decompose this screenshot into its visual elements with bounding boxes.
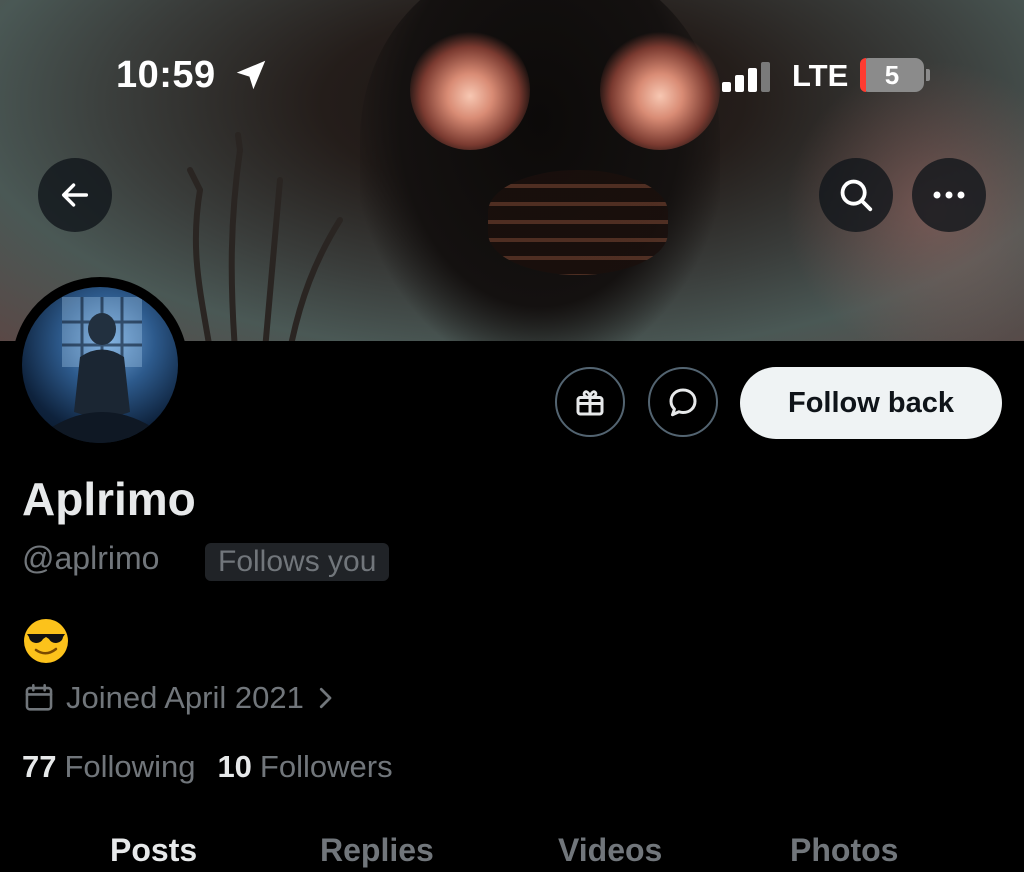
follows-you-badge: Follows you xyxy=(205,543,390,581)
gift-button[interactable] xyxy=(555,367,625,437)
avatar-figure xyxy=(52,297,152,443)
message-button[interactable] xyxy=(648,367,718,437)
gift-icon xyxy=(576,390,604,416)
followers-label: Followers xyxy=(259,749,393,784)
bio-emoji: 😎 xyxy=(22,617,70,665)
banner-hand xyxy=(187,132,343,341)
avatar[interactable] xyxy=(22,287,178,443)
chevron-right-icon xyxy=(319,687,332,709)
tab-replies[interactable]: Replies xyxy=(320,832,434,869)
handle: @aplrimo xyxy=(22,540,160,576)
banner-mouth xyxy=(488,170,668,275)
profile-tabs: Posts Replies Videos Photos xyxy=(0,832,1024,872)
followers-count: 10 xyxy=(217,749,252,784)
joined-date: Joined April 2021 xyxy=(66,680,304,715)
calendar-icon xyxy=(25,683,53,711)
location-arrow-icon xyxy=(236,60,266,90)
cellular-signal-icon xyxy=(722,62,770,92)
joined-date-row[interactable]: Joined April 2021 xyxy=(22,680,350,716)
display-name: Aplrimo xyxy=(22,473,196,525)
status-time: 10:59 xyxy=(116,54,216,96)
following-link[interactable]: 77 Following xyxy=(22,749,195,785)
more-icon xyxy=(933,191,965,199)
back-button[interactable] xyxy=(38,158,112,232)
tab-posts[interactable]: Posts xyxy=(110,832,197,869)
message-icon xyxy=(669,388,697,417)
network-label: LTE xyxy=(792,58,849,93)
tab-videos[interactable]: Videos xyxy=(558,832,662,869)
followers-link[interactable]: 10 Followers xyxy=(217,749,392,785)
battery-nub xyxy=(926,69,930,81)
following-count: 77 xyxy=(22,749,57,784)
follow-back-button[interactable]: Follow back xyxy=(740,367,1002,439)
follow-stats: 77 Following 10 Followers xyxy=(22,749,393,785)
tab-photos[interactable]: Photos xyxy=(790,832,898,869)
back-arrow-icon xyxy=(61,183,89,207)
search-icon xyxy=(840,179,873,212)
sunglasses-emoji-icon xyxy=(24,619,68,663)
banner-eye-right xyxy=(600,30,720,150)
more-button[interactable] xyxy=(912,158,986,232)
banner-eye-left xyxy=(410,30,530,150)
battery-percent: 5 xyxy=(884,60,900,90)
stat-spacer xyxy=(195,749,217,785)
following-label: Following xyxy=(64,749,196,784)
battery-icon: 5 xyxy=(860,58,924,92)
search-button[interactable] xyxy=(819,158,893,232)
